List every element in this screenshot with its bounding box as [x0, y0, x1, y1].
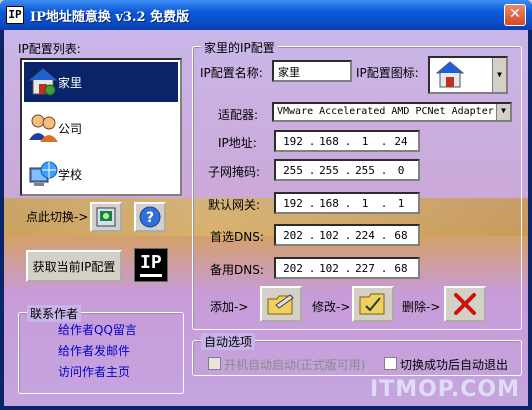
- gateway-input[interactable]: 192 . 168 . 1 . 1: [274, 192, 420, 214]
- close-button[interactable]: ✕: [504, 4, 526, 26]
- ip-octet[interactable]: 68: [386, 229, 416, 242]
- ip-octet[interactable]: 224: [350, 229, 380, 242]
- app-window: IP IP地址随意换 v3.2 免费版 ✕ IP配置列表: 家里 公司 学校 点…: [0, 0, 532, 410]
- delete-x-icon: [454, 293, 476, 315]
- ip-address-input[interactable]: 192 . 168 . 1 . 24: [274, 130, 420, 152]
- config-group-title: 家里的IP配置: [201, 39, 278, 56]
- ip-octet[interactable]: 68: [386, 262, 416, 275]
- people-icon: [28, 112, 58, 144]
- delete-button[interactable]: [444, 286, 486, 322]
- autostart-label: 开机自动启动(正式版可用): [224, 358, 366, 372]
- ip-octet[interactable]: 1: [350, 135, 380, 148]
- subnet-mask-input[interactable]: 255 . 255 . 255 . 0: [274, 159, 420, 181]
- add-label: 添加->: [210, 300, 249, 314]
- autoexit-label: 切换成功后自动退出: [400, 358, 509, 372]
- list-item-home[interactable]: 家里: [24, 62, 178, 102]
- title-bar[interactable]: IP IP地址随意换 v3.2 免费版 ✕: [0, 0, 532, 30]
- ip-octet[interactable]: 102: [314, 229, 344, 242]
- list-item-label: 公司: [58, 121, 83, 136]
- list-item-label: 学校: [58, 167, 83, 182]
- list-item-office[interactable]: 公司: [24, 108, 178, 148]
- delete-label: 删除->: [402, 300, 441, 314]
- ip-octet[interactable]: 255: [278, 164, 308, 177]
- ip-list-label: IP配置列表:: [18, 42, 81, 56]
- chevron-down-icon[interactable]: ▼: [496, 104, 510, 120]
- ip-logo-text: IP: [140, 252, 162, 277]
- edit-folder-icon: [359, 293, 385, 315]
- switch-label: 点此切换->: [26, 210, 89, 224]
- ip-octet[interactable]: 202: [278, 262, 308, 275]
- get-current-config-button[interactable]: 获取当前IP配置: [26, 250, 122, 282]
- email-link[interactable]: 给作者发邮件: [58, 342, 130, 359]
- ip-octet[interactable]: 168: [314, 135, 344, 148]
- dns1-input[interactable]: 202 . 102 . 224 . 68: [274, 224, 420, 246]
- switch-icon: [96, 207, 116, 227]
- config-icon-label: IP配置图标:: [356, 66, 419, 80]
- ip-octet[interactable]: 255: [350, 164, 380, 177]
- ip-octet[interactable]: 192: [278, 135, 308, 148]
- ip-logo: IP: [134, 248, 168, 282]
- ip-octet[interactable]: 227: [350, 262, 380, 275]
- ip-octet[interactable]: 102: [314, 262, 344, 275]
- contact-group-label: 联系作者: [27, 305, 82, 322]
- ip-octet[interactable]: 202: [278, 229, 308, 242]
- ip-address-label: IP地址:: [218, 136, 257, 150]
- switch-button[interactable]: [90, 202, 122, 232]
- config-icon-select[interactable]: ▼: [428, 56, 508, 94]
- add-button[interactable]: [260, 286, 302, 322]
- dns2-input[interactable]: 202 . 102 . 227 . 68: [274, 257, 420, 279]
- client-area: IP配置列表: 家里 公司 学校 点此切换-> ? 获取当前IP配置 IP 联系…: [4, 30, 528, 406]
- autostart-checkbox[interactable]: [208, 357, 221, 370]
- autoexit-checkbox[interactable]: [384, 357, 397, 370]
- list-item-school[interactable]: 学校: [24, 154, 178, 194]
- help-icon: ?: [139, 206, 161, 228]
- ip-octet[interactable]: 0: [386, 164, 416, 177]
- adapter-value: VMware Accelerated AMD PCNet Adapter: [277, 106, 494, 117]
- adapter-select[interactable]: VMware Accelerated AMD PCNet Adapter ▼: [272, 102, 512, 122]
- house-icon: [435, 61, 465, 88]
- help-button[interactable]: ?: [134, 202, 166, 232]
- add-folder-icon: [267, 294, 294, 315]
- edit-label: 修改->: [312, 300, 351, 314]
- edit-button[interactable]: [352, 286, 394, 322]
- window-title: IP地址随意换 v3.2 免费版: [30, 10, 190, 25]
- house-icon: [28, 66, 58, 98]
- network-globe-icon: [28, 158, 58, 190]
- chevron-down-icon[interactable]: ▼: [492, 58, 506, 92]
- ip-octet[interactable]: 168: [314, 197, 344, 210]
- dns1-label: 首选DNS:: [210, 230, 264, 244]
- watermark: ITMOP.COM: [370, 377, 520, 402]
- subnet-mask-label: 子网掩码:: [208, 165, 261, 179]
- ip-octet[interactable]: 255: [314, 164, 344, 177]
- ip-octet[interactable]: 1: [386, 197, 416, 210]
- gateway-label: 默认网关:: [208, 198, 261, 212]
- app-icon: IP: [6, 6, 24, 24]
- auto-options-title: 自动选项: [201, 333, 256, 350]
- qq-message-link[interactable]: 给作者QQ留言: [58, 321, 137, 338]
- ip-octet[interactable]: 1: [350, 197, 380, 210]
- ip-config-list[interactable]: 家里 公司 学校: [20, 58, 182, 196]
- ip-octet[interactable]: 192: [278, 197, 308, 210]
- homepage-link[interactable]: 访问作者主页: [58, 363, 130, 380]
- ip-octet[interactable]: 24: [386, 135, 416, 148]
- svg-text:?: ?: [146, 210, 154, 226]
- list-item-label: 家里: [58, 75, 83, 90]
- adapter-label: 适配器:: [218, 108, 259, 122]
- config-name-label: IP配置名称:: [200, 66, 263, 80]
- config-name-input[interactable]: 家里: [272, 60, 352, 82]
- dns2-label: 备用DNS:: [210, 263, 264, 277]
